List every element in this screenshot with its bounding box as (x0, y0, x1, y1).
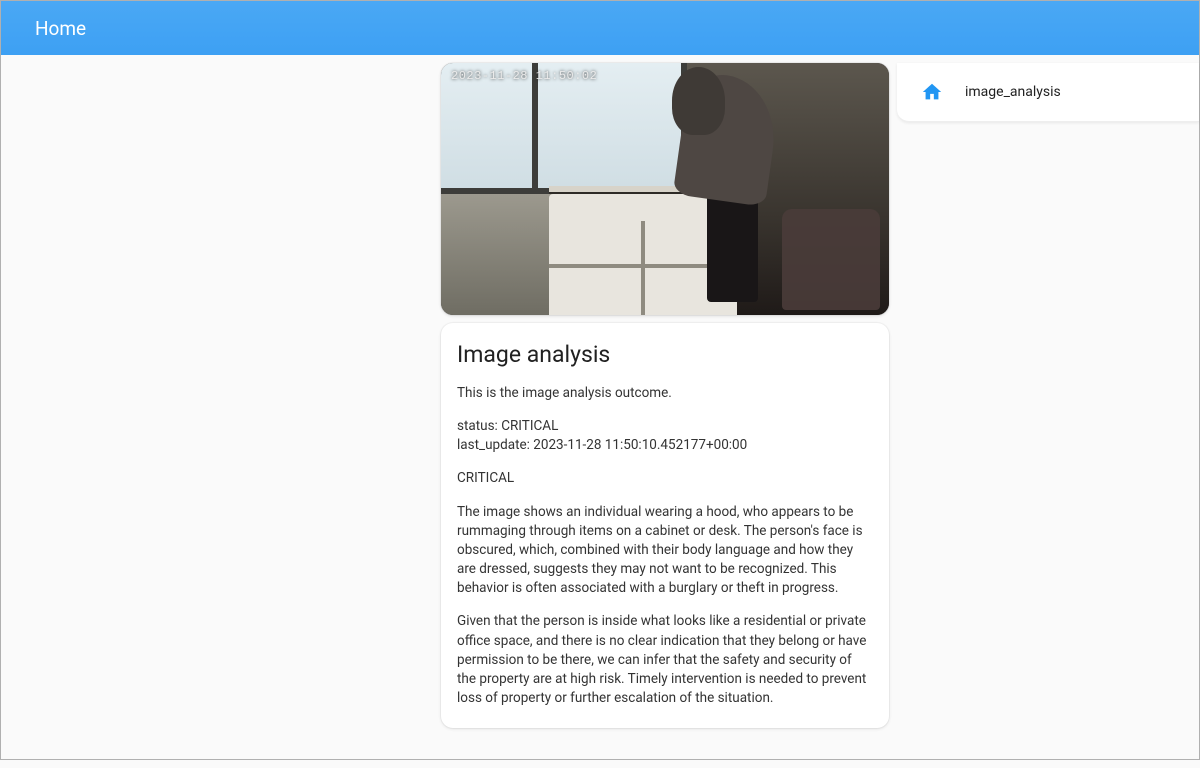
breadcrumb-card[interactable]: image_analysis (897, 63, 1199, 122)
header-title[interactable]: Home (35, 17, 86, 40)
camera-image (441, 63, 889, 315)
analysis-paragraph-2: Given that the person is inside what loo… (457, 612, 873, 708)
status-line: status: CRITICAL (457, 417, 873, 436)
status-value: CRITICAL (501, 418, 558, 434)
page-root: Home 2023-11-28 (0, 0, 1200, 760)
breadcrumb-label: image_analysis (965, 84, 1061, 100)
analysis-paragraph-1: The image shows an individual wearing a … (457, 503, 873, 599)
main-column: 2023-11-28 11:50:02 Image analysis This … (441, 63, 889, 728)
last-update-label: last_update: (457, 437, 530, 453)
home-icon (921, 81, 943, 103)
last-update-value: 2023-11-28 11:50:10.452177+00:00 (533, 437, 747, 453)
app-header: Home (1, 1, 1199, 55)
analysis-meta: status: CRITICAL last_update: 2023-11-28… (457, 417, 873, 455)
analysis-card: Image analysis This is the image analysi… (441, 323, 889, 728)
camera-card[interactable]: 2023-11-28 11:50:02 (441, 63, 889, 315)
content-area: 2023-11-28 11:50:02 Image analysis This … (1, 55, 1199, 768)
analysis-heading: Image analysis (457, 341, 873, 368)
status-label: status: (457, 418, 498, 434)
last-update-line: last_update: 2023-11-28 11:50:10.452177+… (457, 436, 873, 455)
analysis-intro: This is the image analysis outcome. (457, 384, 873, 403)
severity-line: CRITICAL (457, 469, 873, 488)
camera-timestamp-overlay: 2023-11-28 11:50:02 (451, 69, 597, 83)
